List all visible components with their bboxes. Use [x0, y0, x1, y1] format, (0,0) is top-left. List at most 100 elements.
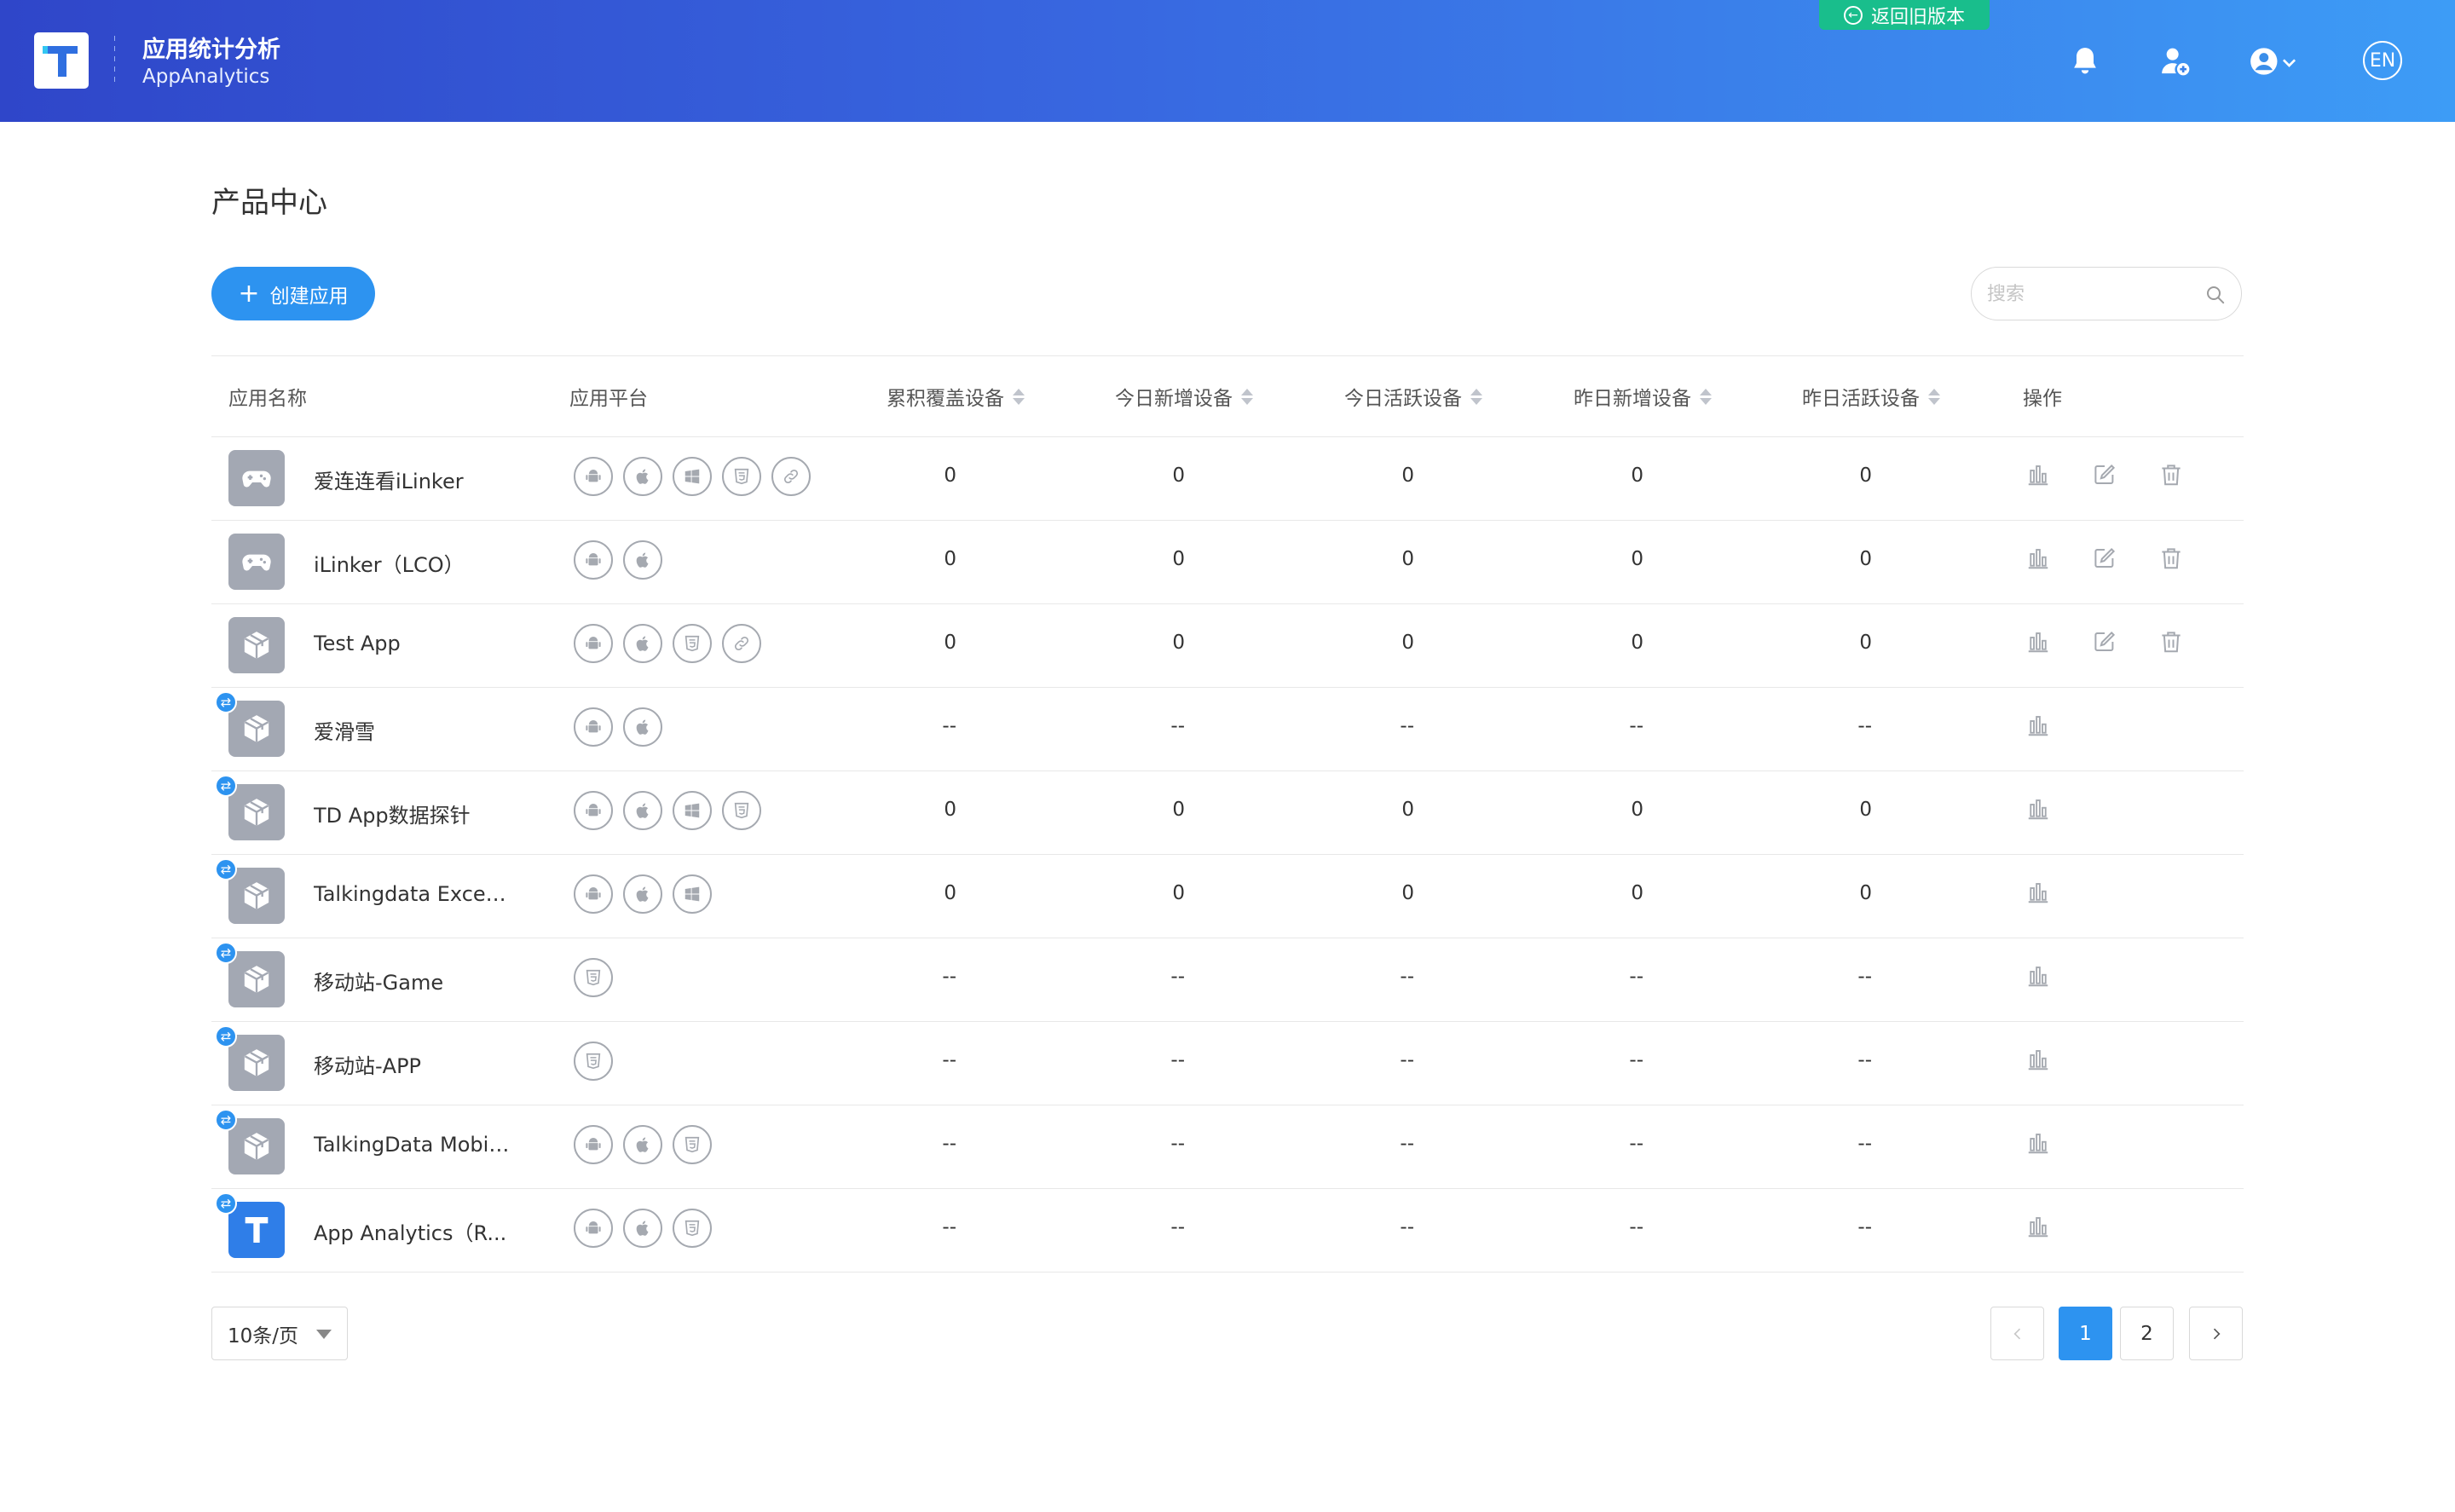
app-name-link[interactable]: 移动站-APP [314, 1049, 510, 1079]
metric-value: -- [1170, 966, 1185, 988]
page-size-select[interactable]: 10条/页 [211, 1307, 348, 1360]
stats-button[interactable] [2023, 712, 2054, 742]
metric-value: 0 [1859, 882, 1872, 904]
html5-icon [673, 1125, 712, 1164]
create-app-button[interactable]: + 创建应用 [211, 267, 375, 320]
app-name-link[interactable]: 爱连连看iLinker [314, 465, 510, 494]
link-icon [722, 624, 761, 663]
edit-button[interactable] [2089, 461, 2120, 492]
stats-button[interactable] [2023, 795, 2054, 826]
column-today-new[interactable]: 今日新增设备 [1115, 382, 1253, 411]
bar-chart-icon [2025, 1130, 2051, 1159]
sort-icon[interactable] [1470, 388, 1482, 405]
bell-icon[interactable] [2068, 44, 2102, 78]
app-icon[interactable] [228, 450, 285, 506]
language-toggle-button[interactable]: EN [2363, 41, 2402, 80]
talkingdata-logo[interactable] [34, 32, 89, 89]
metric-value: -- [1400, 1133, 1414, 1155]
stats-button[interactable] [2023, 1213, 2054, 1244]
app-name-link[interactable]: App Analytics（R... [314, 1216, 510, 1246]
stats-button[interactable] [2023, 962, 2054, 993]
metric-value: -- [1857, 1133, 1872, 1155]
metric-value: -- [942, 1216, 956, 1238]
stats-button[interactable] [2023, 461, 2054, 492]
sort-icon[interactable] [1928, 388, 1940, 405]
app-icon[interactable] [228, 784, 285, 840]
metric-value: 0 [1401, 799, 1414, 821]
android-icon [574, 1125, 613, 1164]
html5-icon [574, 958, 613, 997]
column-total-devices[interactable]: 累积覆盖设备 [887, 382, 1025, 411]
sort-icon[interactable] [1700, 388, 1712, 405]
page-button-2[interactable]: 2 [2120, 1307, 2174, 1360]
stats-button[interactable] [2023, 545, 2054, 575]
metric-value: 0 [1631, 548, 1643, 570]
delete-button[interactable] [2156, 461, 2186, 492]
app-icon[interactable] [228, 951, 285, 1007]
app-icon[interactable] [228, 1118, 285, 1174]
table-row: ⇄ 爱滑雪 -- -- -- -- -- [211, 688, 2244, 771]
html5-icon [722, 457, 761, 496]
app-icon[interactable] [228, 868, 285, 924]
table-row: ⇄ Talkingdata Excep... 0 0 0 0 0 [211, 855, 2244, 938]
next-page-button[interactable] [2189, 1307, 2243, 1360]
column-app-name: 应用名称 [228, 388, 307, 410]
app-subtitle: AppAnalytics [142, 66, 270, 88]
row-actions [2023, 712, 2054, 742]
column-yesterday-active[interactable]: 昨日活跃设备 [1802, 382, 1940, 411]
stats-button[interactable] [2023, 1046, 2054, 1076]
stats-button[interactable] [2023, 879, 2054, 909]
apple-icon [623, 540, 662, 580]
app-icon[interactable] [228, 1035, 285, 1091]
app-icon[interactable] [228, 534, 285, 590]
stats-button[interactable] [2023, 628, 2054, 659]
app-name-link[interactable]: 爱滑雪 [314, 715, 510, 745]
edit-button[interactable] [2089, 545, 2120, 575]
apple-icon [623, 457, 662, 496]
app-name-link[interactable]: Test App [314, 632, 510, 655]
column-today-active[interactable]: 今日活跃设备 [1344, 382, 1482, 411]
metric-value: 0 [1172, 548, 1185, 570]
search-icon[interactable] [2205, 285, 2226, 305]
app-icon[interactable] [228, 701, 285, 757]
prev-page-button[interactable] [1990, 1307, 2044, 1360]
bar-chart-icon [2025, 545, 2051, 574]
table-row: Test App 0 0 0 0 0 [211, 604, 2244, 688]
search-input[interactable] [1985, 278, 2193, 310]
add-user-icon[interactable] [2158, 44, 2192, 78]
platform-list [574, 791, 761, 830]
html5-icon [722, 791, 761, 830]
shared-sync-icon: ⇄ [215, 691, 237, 713]
platform-list [574, 1042, 613, 1081]
return-old-version-button[interactable]: ← 返回旧版本 [1819, 0, 1990, 30]
delete-button[interactable] [2156, 628, 2186, 659]
user-menu-icon[interactable] [2247, 44, 2303, 78]
sort-icon[interactable] [1013, 388, 1025, 405]
page-button-1[interactable]: 1 [2059, 1307, 2112, 1360]
row-actions [2023, 962, 2054, 993]
metric-value: 0 [944, 882, 956, 904]
app-name-link[interactable]: TalkingData Mobil... [314, 1133, 510, 1157]
html5-icon [673, 624, 712, 663]
column-yesterday-new[interactable]: 昨日新增设备 [1574, 382, 1712, 411]
stats-button[interactable] [2023, 1129, 2054, 1160]
edit-button[interactable] [2089, 628, 2120, 659]
app-icon[interactable] [228, 1202, 285, 1258]
android-icon [574, 707, 613, 747]
app-title: 应用统计分析 [142, 37, 280, 63]
sort-icon[interactable] [1241, 388, 1253, 405]
app-name-link[interactable]: 移动站-Game [314, 966, 510, 995]
metric-value: -- [1857, 715, 1872, 737]
metric-value: -- [1629, 1049, 1643, 1071]
bar-chart-icon [2025, 1214, 2051, 1243]
row-actions [2023, 879, 2054, 909]
apple-icon [623, 874, 662, 914]
app-name-link[interactable]: Talkingdata Excep... [314, 882, 510, 906]
metric-value: -- [1400, 715, 1414, 737]
delete-button[interactable] [2156, 545, 2186, 575]
app-name-link[interactable]: iLinker（LCO） [314, 548, 510, 578]
search-box[interactable] [1971, 267, 2242, 320]
app-name-link[interactable]: TD App数据探针 [314, 799, 510, 828]
metric-value: 0 [1631, 465, 1643, 487]
app-icon[interactable] [228, 617, 285, 673]
